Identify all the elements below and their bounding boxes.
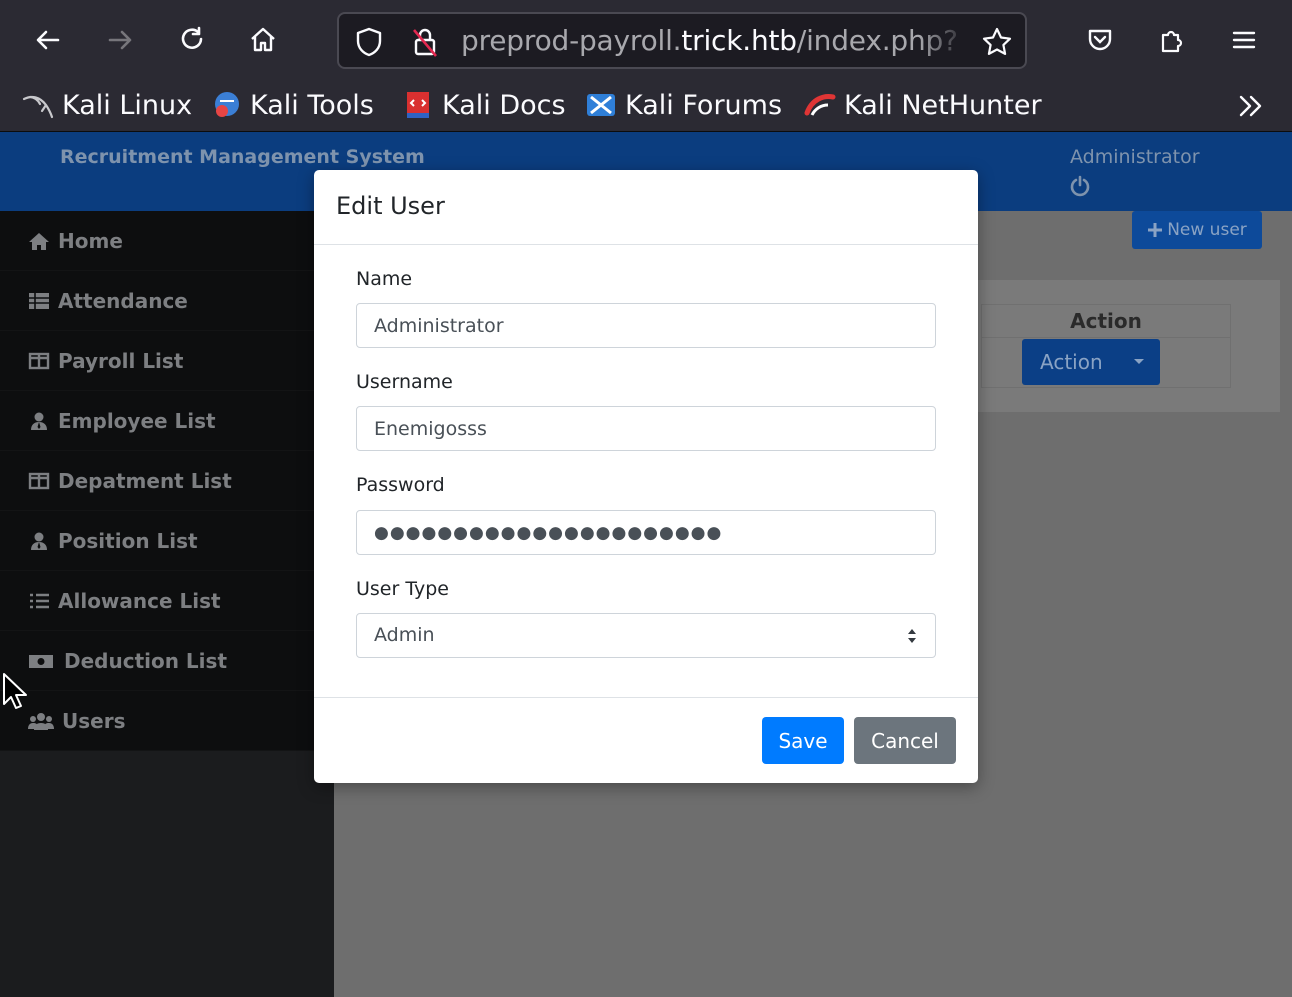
action-button-label: Action <box>1040 350 1103 374</box>
kali-dragon-icon <box>22 95 54 119</box>
hamburger-menu-icon <box>1232 31 1256 49</box>
modal-title: Edit User <box>336 192 445 220</box>
columns-icon <box>28 352 50 369</box>
bookmark-kali-nethunter[interactable]: Kali NetHunter <box>804 88 1042 122</box>
sidebar-item-label: Home <box>58 228 123 253</box>
sidebar-item-label: Position List <box>58 528 198 553</box>
money-bill-icon <box>29 654 53 668</box>
plus-icon <box>1148 223 1163 237</box>
modal-header: Edit User <box>314 170 978 245</box>
kali-nethunter-icon <box>804 94 836 116</box>
cancel-button[interactable]: Cancel <box>854 717 956 764</box>
sidebar-item-allowance-list[interactable]: Allowance List <box>0 571 334 631</box>
columns-icon <box>28 472 50 489</box>
url-bar[interactable]: preprod-payroll.trick.htb/index.php? <box>337 12 1027 69</box>
new-user-button[interactable]: New user <box>1132 211 1262 249</box>
user-tie-icon <box>31 412 47 430</box>
kali-forums-icon <box>587 94 615 116</box>
sidebar-item-label: Users <box>62 708 126 733</box>
sidebar-item-employee-list[interactable]: Employee List <box>0 391 334 451</box>
app-title: Recruitment Management System <box>60 146 425 168</box>
forward-button[interactable] <box>100 20 140 60</box>
username-label: Username <box>356 371 453 393</box>
bookmarks-bar: Kali Linux Kali Tools Kali Docs Kali For… <box>0 80 1292 132</box>
bookmark-label: Kali Docs <box>442 89 566 121</box>
kali-docs-icon <box>407 92 429 118</box>
sidebar-item-position-list[interactable]: Position List <box>0 511 334 571</box>
logged-in-user[interactable]: Administrator <box>1070 146 1200 168</box>
reload-icon <box>181 26 203 49</box>
bookmark-kali-docs[interactable]: Kali Docs <box>402 88 566 122</box>
save-button[interactable]: Save <box>762 717 844 764</box>
browser-toolbar: preprod-payroll.trick.htb/index.php? <box>0 0 1292 80</box>
extensions-button[interactable] <box>1152 20 1192 60</box>
edit-user-modal: Edit User Name Username Password ●●●●●●●… <box>314 170 978 783</box>
sidebar-item-attendance[interactable]: Attendance <box>0 271 334 331</box>
modal-footer: Save Cancel <box>314 697 978 783</box>
puzzle-piece-icon <box>1161 30 1183 53</box>
name-label: Name <box>356 268 413 290</box>
bookmark-star-icon[interactable] <box>981 26 1013 58</box>
url-fade <box>919 18 969 64</box>
menu-button[interactable] <box>1224 20 1264 60</box>
url-text[interactable]: preprod-payroll.trick.htb/index.php? <box>461 24 958 57</box>
back-arrow-icon <box>36 30 60 50</box>
user-tie-icon <box>31 532 47 550</box>
user-type-value: Admin <box>374 624 435 646</box>
table-header-action: Action <box>981 304 1231 338</box>
url-host: trick.htb <box>681 24 797 57</box>
caret-down-icon <box>1134 359 1144 364</box>
sidebar-item-home[interactable]: Home <box>0 211 334 271</box>
mouse-cursor-icon <box>3 673 27 709</box>
more-bookmarks-chevron-icon[interactable] <box>1236 92 1266 120</box>
users-icon <box>28 712 54 730</box>
kali-tools-icon <box>215 92 239 117</box>
list-icon <box>30 593 49 608</box>
bookmark-kali-tools[interactable]: Kali Tools <box>210 88 374 122</box>
user-type-label: User Type <box>356 578 449 600</box>
sidebar-item-label: Employee List <box>58 408 216 433</box>
power-icon[interactable] <box>1068 174 1092 198</box>
bookmark-label: Kali Forums <box>625 89 783 121</box>
forward-arrow-icon <box>108 30 132 50</box>
sidebar-item-users[interactable]: Users <box>0 691 334 751</box>
sidebar-item-label: Allowance List <box>58 588 221 613</box>
home-button[interactable] <box>243 20 283 60</box>
reload-button[interactable] <box>172 20 212 60</box>
name-input[interactable] <box>356 303 936 348</box>
home-icon <box>29 232 49 250</box>
user-type-select[interactable]: Admin <box>356 613 936 658</box>
action-dropdown-button[interactable]: Action <box>1022 339 1160 385</box>
home-icon <box>251 27 275 52</box>
bookmark-label: Kali Tools <box>250 89 374 121</box>
bookmark-label: Kali Linux <box>62 89 193 121</box>
sidebar-item-label: Attendance <box>58 288 188 313</box>
bookmark-kali-forums[interactable]: Kali Forums <box>585 88 782 122</box>
sidebar-item-payroll-list[interactable]: Payroll List <box>0 331 334 391</box>
password-label: Password <box>356 474 445 496</box>
bookmark-kali-linux[interactable]: Kali Linux <box>22 88 192 122</box>
table-icon <box>29 292 49 309</box>
url-prefix: preprod-payroll. <box>461 24 682 57</box>
new-user-label: New user <box>1167 220 1247 240</box>
sidebar-item-label: Deduction List <box>64 648 227 673</box>
sidebar-item-deduction-list[interactable]: Deduction List <box>0 631 334 691</box>
bookmark-label: Kali NetHunter <box>844 89 1042 121</box>
shield-icon[interactable] <box>353 26 385 58</box>
pocket-icon <box>1088 29 1112 51</box>
sidebar: Home Attendance Payroll List Employee Li… <box>0 211 334 997</box>
password-input[interactable]: ●●●●●●●●●●●●●●●●●●●●●● <box>356 510 936 555</box>
sidebar-item-label: Payroll List <box>58 348 184 373</box>
username-input[interactable] <box>356 406 936 451</box>
select-arrows-icon <box>908 629 916 643</box>
sidebar-item-label: Depatment List <box>58 468 232 493</box>
back-button[interactable] <box>28 20 68 60</box>
sidebar-item-department-list[interactable]: Depatment List <box>0 451 334 511</box>
insecure-lock-icon[interactable] <box>409 26 441 58</box>
pocket-button[interactable] <box>1080 20 1120 60</box>
